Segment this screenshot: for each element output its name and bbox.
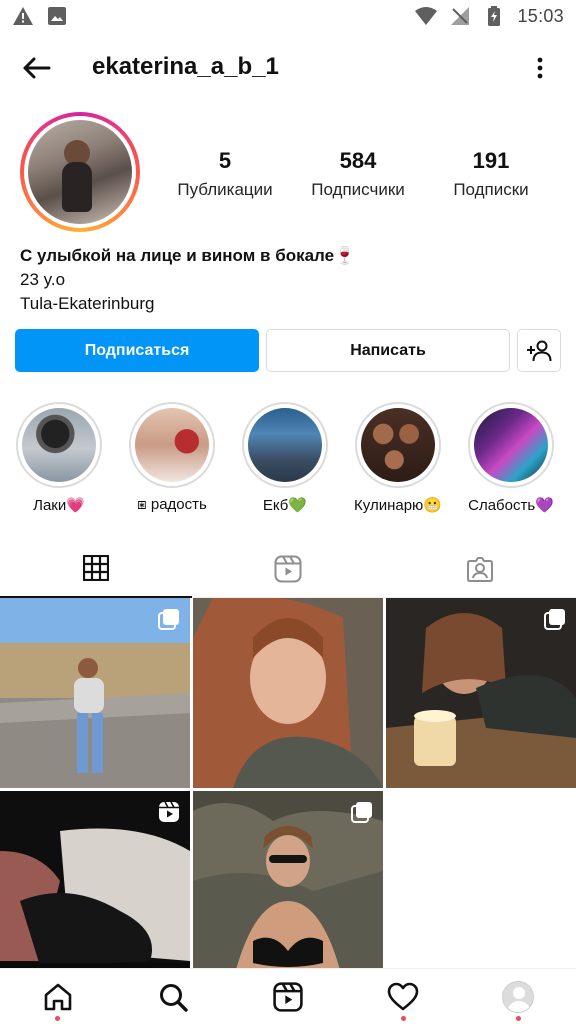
highlight-item[interactable]: Екб💚 <box>240 402 330 514</box>
tab-tagged[interactable] <box>384 540 576 598</box>
highlight-cover-dog <box>22 408 96 482</box>
grid-icon <box>83 555 109 581</box>
stat-followers[interactable]: 584 Подписчики <box>298 148 418 200</box>
bio-age: 23 y.o <box>20 270 66 289</box>
no-signal-icon <box>449 6 471 26</box>
stat-following-count: 191 <box>472 148 510 173</box>
tab-grid[interactable] <box>0 540 192 598</box>
nav-search[interactable] <box>143 969 203 1024</box>
stat-posts[interactable]: 5 Публикации <box>165 148 285 200</box>
bio-location: Tula-Ekaterinburg <box>20 294 155 313</box>
more-vertical-icon <box>537 57 543 79</box>
post-thumbnail[interactable] <box>386 598 576 788</box>
reels-icon <box>159 801 179 822</box>
bio-name: С улыбкой на лице и вином в бокале🍷 <box>20 246 356 265</box>
avatar-icon <box>502 980 535 1013</box>
highlight-item[interactable]: Лаки💗 <box>14 402 104 514</box>
clock: 15:03 <box>517 5 564 26</box>
reels-icon <box>273 981 303 1012</box>
profile-bio: С улыбкой на лице и вином в бокале🍷 23 y… <box>20 244 560 316</box>
reels-icon <box>274 555 302 582</box>
search-icon <box>159 983 188 1012</box>
highlight-cover-city <box>248 408 322 482</box>
highlight-label: Кулинарю😬 <box>354 497 442 514</box>
wifi-icon <box>415 6 438 26</box>
add-person-icon <box>527 340 552 361</box>
profile-username: ekaterina_a_b_1 <box>92 53 279 80</box>
highlight-item[interactable]: Кулинарю😬 <box>353 402 443 514</box>
highlight-cover-weakness <box>474 408 548 482</box>
home-icon <box>44 983 71 1010</box>
multiple-photos-icon <box>544 609 565 630</box>
highlight-label: Екб💚 <box>262 497 308 514</box>
nav-profile[interactable] <box>488 969 548 1024</box>
highlight-cover-cooking <box>361 408 435 482</box>
arrow-left-icon <box>23 57 51 79</box>
follow-button[interactable]: Подписаться <box>15 329 259 372</box>
post-thumbnail[interactable] <box>193 791 383 981</box>
suggest-people-button[interactable] <box>517 329 561 372</box>
battery-icon <box>483 6 505 26</box>
tab-reels[interactable] <box>192 540 384 598</box>
stat-followers-label: Подписчики <box>311 180 405 199</box>
post-thumbnail[interactable] <box>0 598 190 788</box>
post-thumbnail[interactable] <box>0 791 190 981</box>
highlight-label: Лаки💗 <box>33 497 85 514</box>
bottom-navigation <box>0 968 576 1024</box>
more-options-button[interactable] <box>526 48 554 88</box>
nav-home[interactable] <box>28 969 88 1024</box>
highlight-item[interactable]: Слабость💜 <box>466 402 556 514</box>
status-bar: 15:03 <box>0 0 576 32</box>
highlight-cover-joy <box>135 408 209 482</box>
image-icon <box>46 6 68 26</box>
highlight-label: Слабость💜 <box>468 497 554 514</box>
nav-reels[interactable] <box>258 969 318 1024</box>
post-thumbnail[interactable] <box>193 598 383 788</box>
profile-tabs <box>0 540 576 598</box>
tagged-icon <box>467 556 493 582</box>
notification-dot <box>400 1015 406 1021</box>
warning-icon <box>12 6 34 26</box>
stat-following[interactable]: 191 Подписки <box>431 148 551 200</box>
multiple-photos-icon <box>158 609 179 630</box>
stat-followers-count: 584 <box>339 148 377 173</box>
profile-avatar <box>28 120 132 224</box>
profile-avatar-story-ring[interactable] <box>20 112 140 232</box>
heart-icon <box>387 982 419 1010</box>
profile-header: ekaterina_a_b_1 <box>0 40 576 96</box>
highlight-label: ⧆ радость <box>137 496 207 513</box>
multiple-photos-icon <box>351 802 372 823</box>
post-image-portrait <box>193 598 383 788</box>
highlight-item[interactable]: ⧆ радость <box>127 402 217 513</box>
nav-activity[interactable] <box>373 969 433 1024</box>
notification-dot <box>55 1015 61 1021</box>
notification-dot <box>515 1015 521 1021</box>
message-button[interactable]: Написать <box>266 329 510 372</box>
stat-posts-count: 5 <box>218 148 232 173</box>
back-button[interactable] <box>16 48 56 88</box>
stat-posts-label: Публикации <box>177 180 273 199</box>
stat-following-label: Подписки <box>453 180 529 199</box>
